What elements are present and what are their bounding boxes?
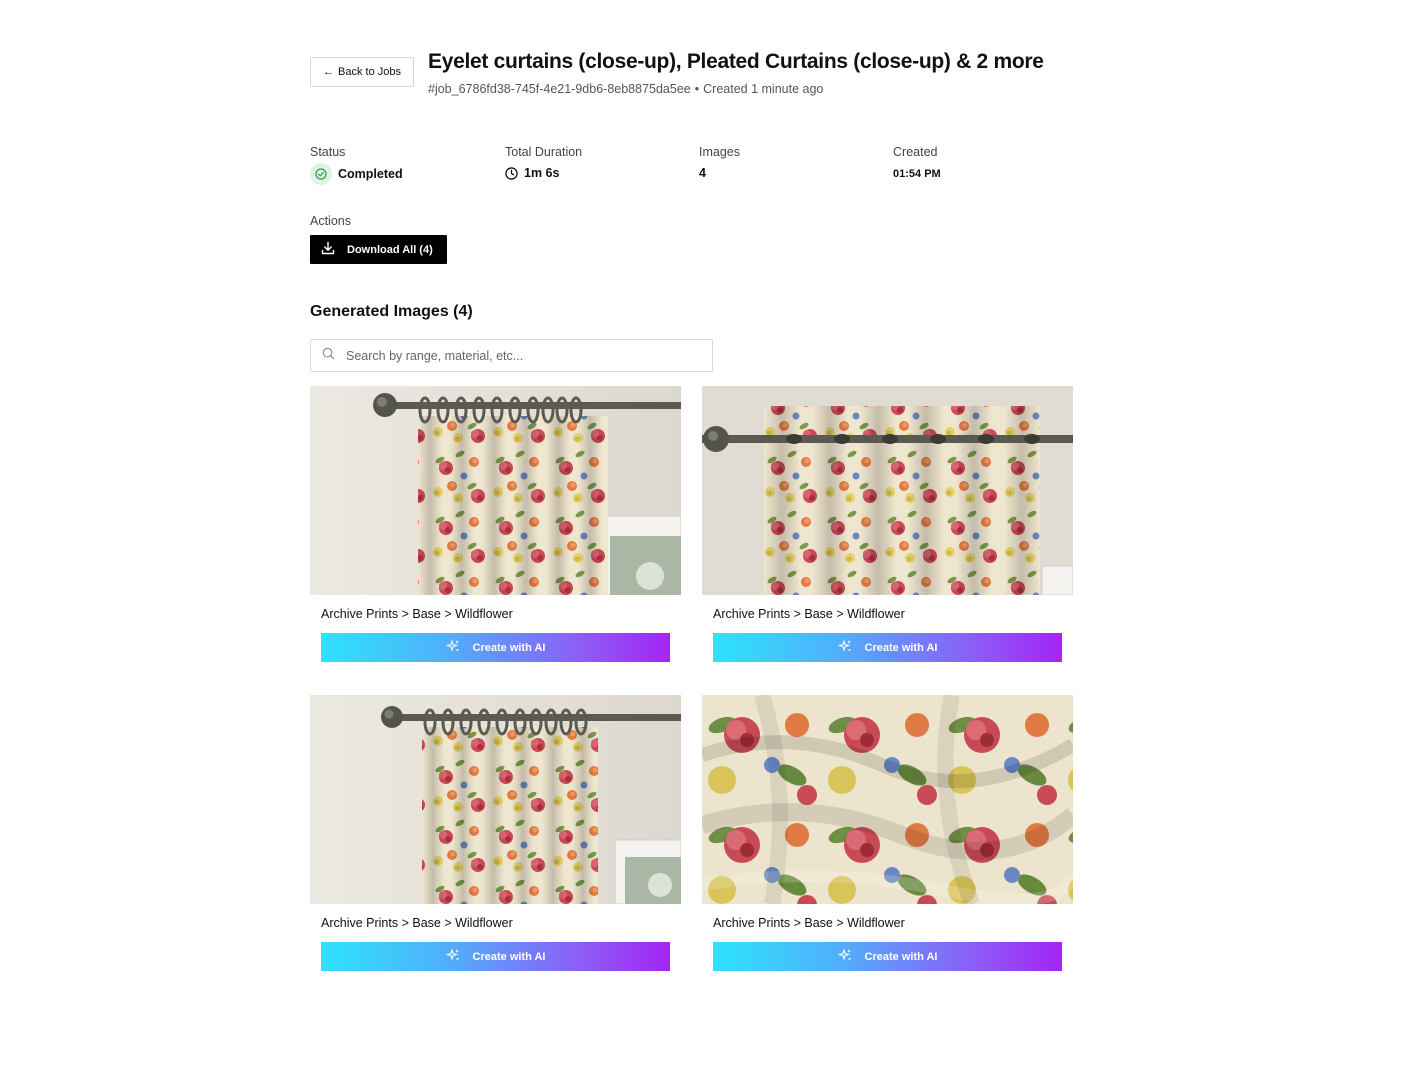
stat-created-label: Created: [893, 145, 938, 159]
create-with-ai-label: Create with AI: [472, 950, 546, 963]
job-stats: Status Completed Total Duration 1m 6s Im…: [310, 145, 1090, 190]
image-caption: Archive Prints > Base > Wildflower: [713, 607, 905, 621]
image-card: Archive Prints > Base > Wildflower Creat…: [310, 695, 681, 971]
back-to-jobs-button[interactable]: ← Back to Jobs: [310, 57, 414, 87]
stat-status-label: Status: [310, 145, 346, 159]
create-with-ai-button[interactable]: Create with AI: [321, 633, 670, 662]
actions-section: Actions Download All (4): [310, 214, 447, 264]
search-icon: [322, 347, 335, 365]
sparkles-icon: [837, 948, 852, 965]
generated-image-fabric-closeup[interactable]: [702, 695, 1073, 904]
image-card: Archive Prints > Base > Wildflower Creat…: [310, 386, 681, 662]
create-with-ai-button[interactable]: Create with AI: [321, 942, 670, 971]
stat-duration: Total Duration 1m 6s: [505, 145, 582, 180]
duration-value: 1m 6s: [524, 166, 560, 180]
image-caption: Archive Prints > Base > Wildflower: [713, 916, 905, 930]
job-meta: #job_6786fd38-745f-4e21-9db6-8eb8875da5e…: [428, 82, 823, 96]
created-time: 01:54 PM: [893, 168, 941, 180]
create-with-ai-button[interactable]: Create with AI: [713, 633, 1062, 662]
back-button-label: Back to Jobs: [338, 66, 401, 78]
stat-duration-label: Total Duration: [505, 145, 583, 159]
generated-image-pleated-curtain[interactable]: [310, 386, 681, 595]
clock-icon: [505, 166, 518, 180]
stat-created: Created 01:54 PM: [893, 145, 941, 180]
generated-image-eyelet-curtain[interactable]: [702, 386, 1073, 595]
search-box[interactable]: [310, 339, 713, 372]
image-caption: Archive Prints > Base > Wildflower: [321, 607, 513, 621]
stat-images-label: Images: [699, 145, 740, 159]
create-with-ai-label: Create with AI: [472, 641, 546, 654]
search-input[interactable]: [346, 348, 686, 363]
download-all-label: Download All (4): [347, 243, 433, 256]
sparkles-icon: [445, 948, 460, 965]
sparkles-icon: [445, 639, 460, 656]
status-badge: Completed: [338, 167, 403, 181]
create-with-ai-button[interactable]: Create with AI: [713, 942, 1062, 971]
images-count: 4: [699, 166, 706, 180]
stat-images: Images 4: [699, 145, 740, 180]
create-with-ai-label: Create with AI: [864, 641, 938, 654]
actions-label: Actions: [310, 214, 351, 228]
stat-status: Status Completed: [310, 145, 403, 185]
job-id: #job_6786fd38-745f-4e21-9db6-8eb8875da5e…: [428, 82, 691, 96]
page-header: ← Back to Jobs Eyelet curtains (close-up…: [310, 48, 1090, 108]
separator-dot: •: [694, 82, 700, 96]
download-icon: [321, 241, 335, 258]
image-card: Archive Prints > Base > Wildflower Creat…: [702, 695, 1073, 971]
sparkles-icon: [837, 639, 852, 656]
image-card: Archive Prints > Base > Wildflower Creat…: [702, 386, 1073, 662]
create-with-ai-label: Create with AI: [864, 950, 938, 963]
created-relative: Created 1 minute ago: [703, 82, 824, 96]
generated-image-pleated-curtain[interactable]: [310, 695, 681, 904]
check-circle-icon: [310, 163, 332, 185]
download-all-button[interactable]: Download All (4): [310, 235, 447, 264]
arrow-left-icon: ←: [323, 65, 334, 78]
image-caption: Archive Prints > Base > Wildflower: [321, 916, 513, 930]
generated-images-heading: Generated Images (4): [310, 303, 473, 320]
page-title: Eyelet curtains (close-up), Pleated Curt…: [428, 50, 1044, 73]
